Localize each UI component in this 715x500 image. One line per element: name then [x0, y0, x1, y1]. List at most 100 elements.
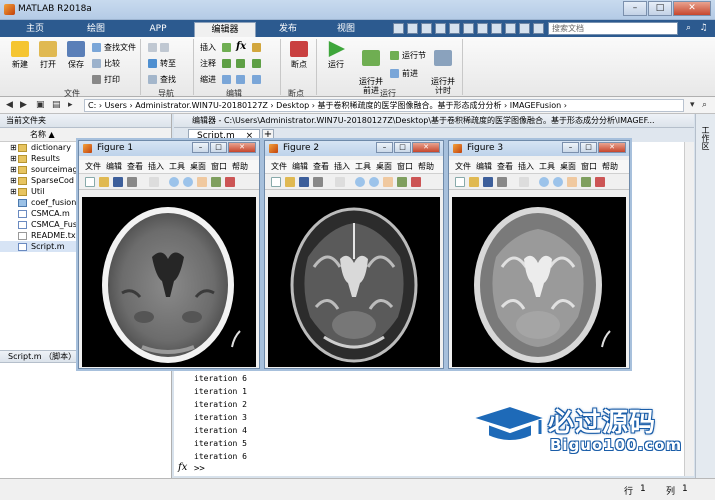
undo-icon[interactable] [449, 23, 460, 34]
tab-plots[interactable]: 绘图 [70, 22, 122, 37]
menu-tools[interactable]: 工具 [169, 162, 185, 171]
forward-arrow-icon[interactable]: ▶ [20, 100, 27, 110]
pointer-icon[interactable] [149, 177, 159, 187]
print-button[interactable]: 打印 [92, 73, 120, 85]
pan-hand-icon[interactable] [567, 177, 577, 187]
zoom-in-icon[interactable] [169, 177, 179, 187]
tab-publish[interactable]: 发布 [262, 22, 314, 37]
menu-tools[interactable]: 工具 [355, 162, 371, 171]
search-folder-icon[interactable]: ⌕ [702, 100, 707, 110]
floppy-disk-icon[interactable] [299, 177, 309, 187]
gear-icon[interactable] [505, 23, 516, 34]
find-button[interactable]: 查找 [148, 73, 176, 85]
pan-hand-icon[interactable] [383, 177, 393, 187]
menu-edit[interactable]: 编辑 [106, 162, 122, 171]
figure-window-1[interactable]: Figure 1 – □ ✕ 文件 编辑 查看 插入 工具 桌面 窗口 帮助 [78, 140, 260, 369]
smart-indent-button[interactable] [222, 73, 234, 85]
menu-help[interactable]: 帮助 [232, 162, 248, 171]
figure-window-3[interactable]: Figure 3 – □ ✕ 文件 编辑 查看 插入 工具 桌面 窗口 帮助 [448, 140, 630, 369]
toolbar-overflow-icon[interactable] [245, 177, 255, 187]
menu-file[interactable]: 文件 [85, 162, 101, 171]
insert-function-button[interactable]: fx [236, 40, 246, 52]
comment-toggle-button[interactable] [222, 57, 234, 69]
data-cursor-icon[interactable] [411, 177, 421, 187]
floppy-disk-icon[interactable] [483, 177, 493, 187]
pointer-icon[interactable] [519, 177, 529, 187]
command-prompt[interactable]: >> [194, 464, 205, 474]
figure-title-bar[interactable]: Figure 3 – □ ✕ [449, 141, 629, 156]
switch-windows-icon[interactable] [477, 23, 488, 34]
search-documentation-input[interactable]: 搜索文档 [548, 22, 678, 35]
maximize-button[interactable]: □ [648, 1, 672, 16]
folder-open-icon[interactable] [469, 177, 479, 187]
increase-indent-button[interactable] [236, 73, 248, 85]
menu-file[interactable]: 文件 [455, 162, 471, 171]
data-cursor-icon[interactable] [225, 177, 235, 187]
menu-help[interactable]: 帮助 [418, 162, 434, 171]
cut-icon[interactable] [407, 23, 418, 34]
folder-open-icon[interactable] [99, 177, 109, 187]
tab-view[interactable]: 视图 [320, 22, 372, 37]
data-cursor-icon[interactable] [595, 177, 605, 187]
uncomment-button[interactable] [236, 57, 248, 69]
figure-title-bar[interactable]: Figure 1 – □ ✕ [79, 141, 259, 156]
rotate-icon[interactable] [397, 177, 407, 187]
figure-close-button[interactable]: ✕ [228, 142, 256, 153]
indent-button[interactable]: 缩进 [200, 73, 216, 85]
navigate-back-button[interactable] [148, 41, 172, 53]
up-folder-icon[interactable]: ▣ [36, 100, 45, 110]
printer-icon[interactable] [313, 177, 323, 187]
figure-close-button[interactable]: ✕ [598, 142, 626, 153]
rotate-icon[interactable] [211, 177, 221, 187]
run-and-advance-button[interactable]: 运行并 前进 [354, 41, 388, 95]
find-files-button[interactable]: 查找文件 [92, 41, 136, 53]
figure-minimize-button[interactable]: – [192, 142, 209, 153]
menu-file[interactable]: 文件 [271, 162, 287, 171]
menu-window[interactable]: 窗口 [581, 162, 597, 171]
run-button[interactable]: 运行 [322, 41, 350, 70]
insert-button[interactable]: 插入 [200, 41, 216, 53]
pan-hand-icon[interactable] [197, 177, 207, 187]
search-icon[interactable]: ⌕ [683, 23, 694, 34]
path-dropdown-icon[interactable]: ▾ [690, 100, 695, 110]
insert-function-dropdown[interactable] [252, 41, 264, 53]
tab-editor[interactable]: 编辑器 [194, 22, 256, 37]
close-button[interactable]: ✕ [673, 1, 711, 16]
menu-insert[interactable]: 插入 [334, 162, 350, 171]
tab-home[interactable]: 主页 [10, 22, 60, 37]
rotate-icon[interactable] [581, 177, 591, 187]
new-figure-icon[interactable] [85, 177, 95, 187]
minimize-button[interactable]: – [623, 1, 647, 16]
figure-maximize-button[interactable]: □ [580, 142, 597, 153]
menu-view[interactable]: 查看 [497, 162, 513, 171]
browse-folder-icon[interactable]: ▤ [52, 100, 61, 110]
menu-desktop[interactable]: 桌面 [376, 162, 392, 171]
paste-icon[interactable] [435, 23, 446, 34]
folder-open-icon[interactable] [285, 177, 295, 187]
figure-minimize-button[interactable]: – [562, 142, 579, 153]
menu-insert[interactable]: 插入 [148, 162, 164, 171]
menu-window[interactable]: 窗口 [211, 162, 227, 171]
section-break-button[interactable] [222, 41, 234, 53]
figure-window-2[interactable]: Figure 2 – □ ✕ 文件 编辑 查看 插入 工具 桌面 窗口 帮助 [264, 140, 444, 369]
save-button[interactable]: 保存 [62, 41, 90, 70]
menu-view[interactable]: 查看 [313, 162, 329, 171]
zoom-out-icon[interactable] [369, 177, 379, 187]
zoom-in-icon[interactable] [355, 177, 365, 187]
function-browser-icon[interactable]: fx [178, 462, 187, 473]
figure-minimize-button[interactable]: – [376, 142, 393, 153]
decrease-indent-button[interactable] [252, 73, 264, 85]
new-figure-icon[interactable] [271, 177, 281, 187]
new-figure-icon[interactable] [455, 177, 465, 187]
menu-help[interactable]: 帮助 [602, 162, 618, 171]
printer-icon[interactable] [127, 177, 137, 187]
advance-button[interactable]: 前进 [390, 67, 418, 79]
zoom-out-icon[interactable] [183, 177, 193, 187]
printer-icon[interactable] [497, 177, 507, 187]
menu-desktop[interactable]: 桌面 [560, 162, 576, 171]
layout-icon[interactable] [519, 23, 530, 34]
current-folder-path[interactable]: C: › Users › Administrator.WIN7U-2018012… [84, 99, 684, 112]
pointer-icon[interactable] [335, 177, 345, 187]
qat-dropdown-icon[interactable] [533, 23, 544, 34]
goto-button[interactable]: 转至 [148, 57, 176, 69]
